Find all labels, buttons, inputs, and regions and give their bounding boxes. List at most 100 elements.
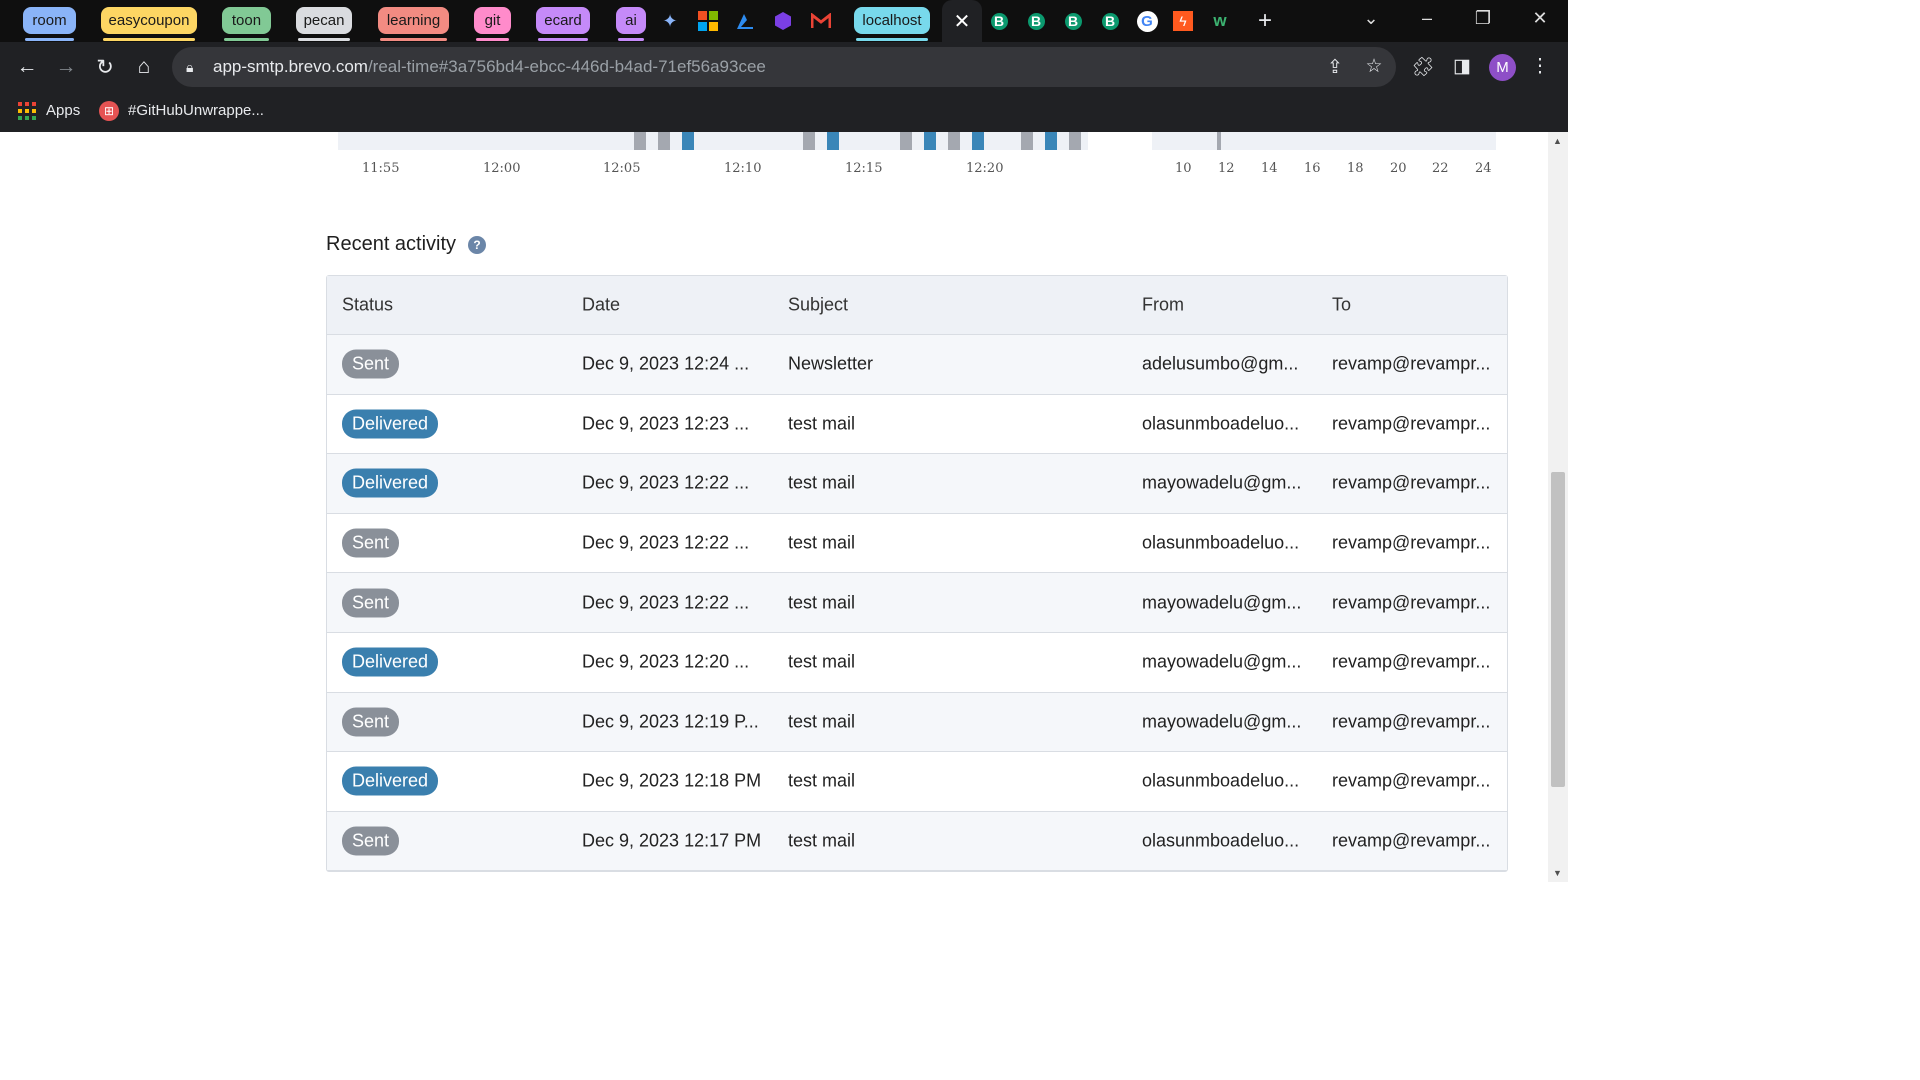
status-badge: Sent xyxy=(342,528,400,558)
x-tick-label: 24 xyxy=(1475,161,1492,176)
x-tick-label: 10 xyxy=(1175,161,1192,176)
table-header: Status Date Subject From To xyxy=(327,276,1507,335)
column-header-subject[interactable]: Subject xyxy=(788,295,848,316)
tab-group-ecard[interactable]: ecard xyxy=(536,7,590,41)
status-badge: Sent xyxy=(342,707,400,737)
help-icon[interactable]: ? xyxy=(468,236,486,254)
profile-avatar[interactable]: M xyxy=(1489,54,1516,81)
subject-cell: test mail xyxy=(788,651,856,672)
table-row[interactable]: Delivered Dec 9, 2023 12:23 ... test mail o… xyxy=(327,395,1507,455)
date-cell: Dec 9, 2023 12:17 PM xyxy=(582,830,762,851)
subject-cell: test mail xyxy=(788,472,856,493)
date-cell: Dec 9, 2023 12:20 ... xyxy=(582,651,750,672)
bookmark-github-unwrapped[interactable]: #GitHubUnwrappe... xyxy=(128,102,264,119)
sparkle-icon[interactable]: ✦ xyxy=(659,10,681,32)
vertical-scrollbar[interactable]: ▲ ▼ xyxy=(1548,132,1568,882)
table-row[interactable]: Sent Dec 9, 2023 12:24 ... Newsletter adelu… xyxy=(327,335,1507,395)
to-cell: revamp@revampr... xyxy=(1332,651,1491,672)
tab-group-easycoupon[interactable]: easycoupon xyxy=(101,7,197,41)
url-text: app-smtp.brevo.com/real-time#3a756bd4-eb… xyxy=(213,57,766,76)
tab-group-toon[interactable]: toon xyxy=(222,7,271,41)
status-badge: Sent xyxy=(342,588,400,618)
scrollbar-thumb[interactable] xyxy=(1551,472,1565,787)
brevo-tab-icon[interactable]: B xyxy=(1025,10,1047,32)
column-header-to[interactable]: To xyxy=(1332,295,1351,316)
chart-bar xyxy=(948,132,960,150)
tab-group-room[interactable]: room xyxy=(23,7,76,41)
close-window-icon[interactable]: ✕ xyxy=(1526,8,1554,29)
reload-icon[interactable]: ↻ xyxy=(92,55,118,80)
column-header-date[interactable]: Date xyxy=(582,295,620,316)
status-badge: Delivered xyxy=(342,766,439,796)
new-tab-button[interactable]: + xyxy=(1254,7,1276,34)
from-cell: olasunmboadeluo... xyxy=(1142,413,1300,434)
azure-icon[interactable] xyxy=(734,10,756,32)
back-icon[interactable]: ← xyxy=(14,55,40,79)
menu-icon[interactable]: ⋮ xyxy=(1528,55,1552,78)
side-panel-icon[interactable]: ◨ xyxy=(1450,55,1474,78)
restore-icon[interactable]: ❐ xyxy=(1469,8,1497,29)
chart-bar xyxy=(1021,132,1033,150)
to-cell: revamp@revampr... xyxy=(1332,532,1491,553)
tab-group-git[interactable]: git xyxy=(474,7,511,41)
active-tab-close-icon[interactable]: ✕ xyxy=(942,0,982,42)
x-tick-label: 12 xyxy=(1218,161,1235,176)
bookmark-star-icon[interactable]: ☆ xyxy=(1362,55,1386,78)
to-cell: revamp@revampr... xyxy=(1332,830,1491,851)
table-row[interactable]: Sent Dec 9, 2023 12:22 ... test mail mayowa… xyxy=(327,573,1507,633)
lock-icon: 🔒︎ xyxy=(186,59,194,75)
table-row[interactable]: Sent Dec 9, 2023 12:17 PM test mail olasunm… xyxy=(327,811,1507,872)
brevo-tab-icon[interactable]: B xyxy=(1062,10,1084,32)
browser-toolbar: ← → ↻ ⌂ 🔒︎ app-smtp.brevo.com/real-time#… xyxy=(0,42,1568,92)
chart-bar xyxy=(1069,132,1081,150)
table-row[interactable]: Delivered Dec 9, 2023 12:22 ... test mail m… xyxy=(327,454,1507,514)
tab-search-icon[interactable]: ⌄ xyxy=(1357,8,1385,29)
subject-cell: test mail xyxy=(788,711,856,732)
tab-group-learning[interactable]: learning xyxy=(378,7,449,41)
from-cell: mayowadelu@gm... xyxy=(1142,592,1302,613)
date-cell: Dec 9, 2023 12:22 ... xyxy=(582,592,750,613)
scroll-down-icon[interactable]: ▼ xyxy=(1553,868,1562,878)
w-icon[interactable]: w xyxy=(1209,10,1231,32)
chart-bar xyxy=(658,132,670,150)
microsoft-icon[interactable] xyxy=(697,10,719,32)
gmail-icon[interactable] xyxy=(810,10,832,32)
table-row[interactable]: Delivered Dec 9, 2023 12:18 PM test mail ol… xyxy=(327,752,1507,812)
column-header-status[interactable]: Status xyxy=(342,295,393,316)
from-cell: olasunmboadeluo... xyxy=(1142,830,1300,851)
date-cell: Dec 9, 2023 12:18 PM xyxy=(582,770,762,791)
google-icon[interactable]: G xyxy=(1136,10,1158,32)
tab-group-pecan[interactable]: pecan xyxy=(296,7,352,41)
tab-group-localhost[interactable]: localhost xyxy=(854,7,930,41)
table-row[interactable]: Sent Dec 9, 2023 12:22 ... test mail olasun… xyxy=(327,514,1507,574)
address-bar[interactable]: 🔒︎ app-smtp.brevo.com/real-time#3a756bd4… xyxy=(172,47,1396,87)
hourly-chart-area xyxy=(1152,132,1496,150)
minimize-icon[interactable]: – xyxy=(1413,8,1441,29)
brevo-tab-icon[interactable]: B xyxy=(988,10,1010,32)
scroll-up-icon[interactable]: ▲ xyxy=(1553,136,1562,146)
table-row[interactable]: Delivered Dec 9, 2023 12:20 ... test mail m… xyxy=(327,633,1507,693)
recent-activity-table: Status Date Subject From To Sent Dec 9, 2… xyxy=(326,275,1508,873)
from-cell: mayowadelu@gm... xyxy=(1142,651,1302,672)
extensions-icon[interactable]: 🧩︎ xyxy=(1411,55,1435,79)
column-header-from[interactable]: From xyxy=(1142,295,1184,316)
tab-group-ai[interactable]: ai xyxy=(616,7,646,41)
status-cell: Sent xyxy=(342,349,400,379)
bookmark-apps[interactable]: Apps xyxy=(46,102,80,119)
x-tick-label: 12:05 xyxy=(603,161,641,176)
apps-icon[interactable] xyxy=(18,102,36,124)
chart-bar xyxy=(827,132,839,150)
home-icon[interactable]: ⌂ xyxy=(131,55,157,79)
to-cell: revamp@revampr... xyxy=(1332,472,1491,493)
status-cell: Delivered xyxy=(342,468,439,498)
bolt-icon[interactable]: ϟ xyxy=(1172,10,1194,32)
share-icon[interactable]: ⇪ xyxy=(1323,56,1347,79)
status-badge: Sent xyxy=(342,826,400,856)
table-row[interactable]: Sent Dec 9, 2023 12:19 P... test mail mayow… xyxy=(327,692,1507,753)
brevo-tab-icon[interactable]: B xyxy=(1099,10,1121,32)
hexagon-icon[interactable] xyxy=(772,10,794,32)
x-tick-label: 12:10 xyxy=(724,161,762,176)
status-cell: Delivered xyxy=(342,409,439,439)
forward-icon[interactable]: → xyxy=(53,55,79,79)
chart-bar xyxy=(803,132,815,150)
